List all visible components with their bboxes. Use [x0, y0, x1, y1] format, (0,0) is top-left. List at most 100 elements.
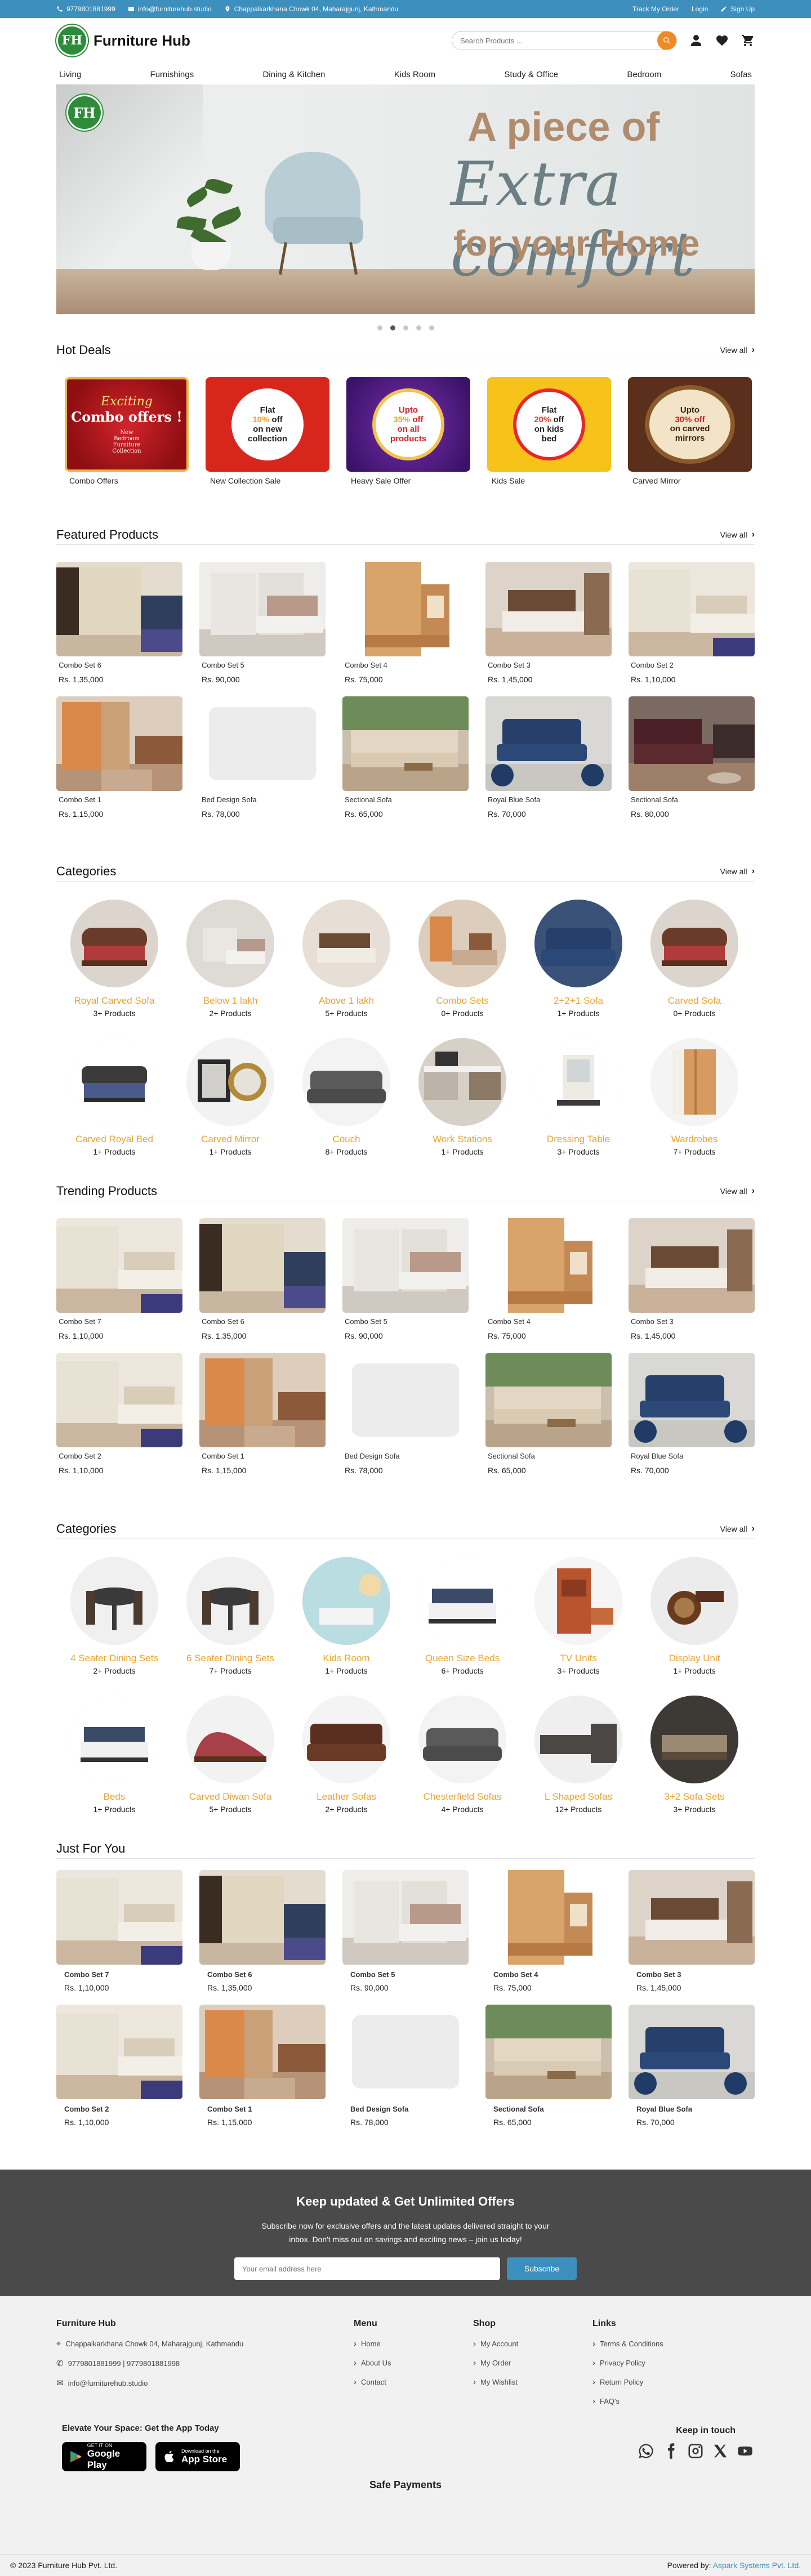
footer-link-account[interactable]: › My Account — [473, 2339, 518, 2349]
whatsapp-icon[interactable] — [638, 2443, 654, 2459]
product-card[interactable]: Combo Set 4 Rs. 75,000 — [342, 562, 469, 684]
footer-link-faq[interactable]: › FAQ's — [592, 2396, 663, 2406]
category-card[interactable]: Work Stations 1+ Products — [404, 1038, 520, 1156]
hero-banner[interactable]: FH A piece of Extra comfort for your Hom… — [56, 84, 755, 314]
nav-dining-kitchen[interactable]: Dining & Kitchen — [262, 70, 325, 79]
nav-kids-room[interactable]: Kids Room — [394, 70, 435, 79]
category-card[interactable]: Couch 8+ Products — [288, 1038, 404, 1156]
product-card[interactable]: Combo Set 5 Rs. 90,000 — [342, 1870, 469, 1992]
category-card[interactable]: 3+2 Sofa Sets 3+ Products — [636, 1696, 752, 1814]
login-link[interactable]: Login — [692, 5, 708, 13]
google-play-button[interactable]: GET IT ON Google Play — [62, 2442, 146, 2471]
deal-card[interactable]: Upto 35% off on all products Heavy Sale Off… — [346, 377, 470, 485]
category-card[interactable]: Leather Sofas 2+ Products — [288, 1696, 404, 1814]
product-card[interactable]: Combo Set 3 Rs. 1,45,000 — [629, 1870, 755, 1992]
product-card[interactable]: Combo Set 2 Rs. 1,10,000 — [56, 1353, 182, 1475]
category-card[interactable]: Beds 1+ Products — [56, 1696, 172, 1814]
category-card[interactable]: Queen Size Beds 6+ Products — [404, 1557, 520, 1675]
product-card[interactable]: Combo Set 4 Rs. 75,000 — [485, 1870, 612, 1992]
product-card[interactable]: Combo Set 1 Rs. 1,15,000 — [199, 2005, 326, 2127]
product-card[interactable]: Combo Set 6 Rs. 1,35,000 — [199, 1218, 326, 1340]
product-card[interactable]: Bed Design Sofa Rs. 78,000 — [342, 2005, 469, 2127]
search-input[interactable] — [452, 36, 657, 45]
product-card[interactable]: Royal Blue Sofa Rs. 70,000 — [629, 2005, 755, 2127]
category-card[interactable]: 2+2+1 Sofa 1+ Products — [520, 900, 636, 1018]
category-card[interactable]: Wardrobes 7+ Products — [636, 1038, 752, 1156]
footer-link-home[interactable]: › Home — [354, 2339, 391, 2349]
category-card[interactable]: TV Units 3+ Products — [520, 1557, 636, 1675]
product-card[interactable]: Combo Set 5 Rs. 90,000 — [342, 1218, 469, 1340]
nav-study-office[interactable]: Study & Office — [504, 70, 558, 79]
nav-sofas[interactable]: Sofas — [730, 70, 752, 79]
category-card[interactable]: Carved Mirror 1+ Products — [172, 1038, 288, 1156]
product-card[interactable]: Combo Set 1 Rs. 1,15,000 — [56, 696, 182, 819]
view-all-link[interactable]: View all › — [720, 866, 755, 876]
newsletter-email-input[interactable] — [234, 2257, 500, 2280]
product-card[interactable]: Combo Set 2 Rs. 1,10,000 — [629, 562, 755, 684]
x-icon[interactable] — [712, 2443, 729, 2459]
nav-living[interactable]: Living — [59, 70, 81, 79]
product-card[interactable]: Combo Set 3 Rs. 1,45,000 — [485, 562, 612, 684]
footer-link-contact[interactable]: › Contact — [354, 2377, 391, 2387]
product-card[interactable]: Sectional Sofa Rs. 65,000 — [485, 2005, 612, 2127]
cart-icon[interactable] — [741, 34, 755, 47]
nav-bedroom[interactable]: Bedroom — [627, 70, 661, 79]
topbar-email[interactable]: info@furniturehub.studio — [128, 5, 212, 13]
category-card[interactable]: Chesterfield Sofas 4+ Products — [404, 1696, 520, 1814]
footer-link-order[interactable]: › My Order — [473, 2358, 518, 2368]
footer-phone[interactable]: ✆ 9779801881999 | 9779801881998 — [56, 2358, 243, 2368]
view-all-link[interactable]: View all › — [720, 1186, 755, 1196]
category-card[interactable]: Display Unit 1+ Products — [636, 1557, 752, 1675]
category-card[interactable]: L Shaped Sofas 12+ Products — [520, 1696, 636, 1814]
category-card[interactable]: Carved Diwan Sofa 5+ Products — [172, 1696, 288, 1814]
product-card[interactable]: Combo Set 4 Rs. 75,000 — [485, 1218, 612, 1340]
category-card[interactable]: Dressing Table 3+ Products — [520, 1038, 636, 1156]
product-card[interactable]: Bed Design Sofa Rs. 78,000 — [342, 1353, 469, 1475]
view-all-link[interactable]: View all › — [720, 345, 755, 355]
logo[interactable]: FH Furniture Hub — [56, 25, 190, 56]
category-card[interactable]: Carved Sofa 0+ Products — [636, 900, 752, 1018]
heart-icon[interactable] — [715, 34, 729, 47]
footer-link-terms[interactable]: › Terms & Conditions — [592, 2339, 663, 2349]
product-card[interactable]: Combo Set 1 Rs. 1,15,000 — [199, 1353, 326, 1475]
category-card[interactable]: Royal Carved Sofa 3+ Products — [56, 900, 172, 1018]
product-card[interactable]: Sectional Sofa Rs. 65,000 — [485, 1353, 612, 1475]
category-card[interactable]: Above 1 lakh 5+ Products — [288, 900, 404, 1018]
product-card[interactable]: Royal Blue Sofa Rs. 70,000 — [485, 696, 612, 819]
search-button[interactable] — [657, 32, 676, 50]
product-card[interactable]: Bed Design Sofa Rs. 78,000 — [199, 696, 326, 819]
product-card[interactable]: Combo Set 7 Rs. 1,10,000 — [56, 1218, 182, 1340]
carousel-dot[interactable] — [390, 325, 395, 330]
powered-by-link[interactable]: Aspark Systems Pvt. Ltd. — [713, 2561, 801, 2570]
footer-link-privacy[interactable]: › Privacy Policy — [592, 2358, 663, 2368]
app-store-button[interactable]: Download on the App Store — [155, 2442, 240, 2471]
subscribe-button[interactable]: Subscribe — [507, 2257, 577, 2280]
footer-link-return[interactable]: › Return Policy — [592, 2377, 663, 2387]
footer-link-about[interactable]: › About Us — [354, 2358, 391, 2368]
product-card[interactable]: Sectional Sofa Rs. 80,000 — [629, 696, 755, 819]
product-card[interactable]: Combo Set 2 Rs. 1,10,000 — [56, 2005, 182, 2127]
product-card[interactable]: Combo Set 3 Rs. 1,45,000 — [629, 1218, 755, 1340]
carousel-dot[interactable] — [377, 325, 382, 330]
category-card[interactable]: Carved Royal Bed 1+ Products — [56, 1038, 172, 1156]
topbar-phone[interactable]: 9779801881999 — [56, 5, 115, 13]
category-card[interactable]: 4 Seater Dining Sets 2+ Products — [56, 1557, 172, 1675]
category-card[interactable]: Below 1 lakh 2+ Products — [172, 900, 288, 1018]
deal-card[interactable]: Exciting Combo offers ! New Bedroom Furnit… — [65, 377, 189, 485]
carousel-dot[interactable] — [429, 325, 434, 330]
user-icon[interactable] — [689, 34, 703, 47]
deal-card[interactable]: Flat 20% off on kids bed Kids Sale — [487, 377, 611, 485]
product-card[interactable]: Combo Set 6 Rs. 1,35,000 — [56, 562, 182, 684]
category-card[interactable]: Kids Room 1+ Products — [288, 1557, 404, 1675]
product-card[interactable]: Royal Blue Sofa Rs. 70,000 — [629, 1353, 755, 1475]
footer-email[interactable]: ✉ info@furniturehub.studio — [56, 2378, 243, 2388]
carousel-dot[interactable] — [416, 325, 421, 330]
product-card[interactable]: Combo Set 7 Rs. 1,10,000 — [56, 1870, 182, 1992]
instagram-icon[interactable] — [687, 2443, 704, 2459]
nav-furnishings[interactable]: Furnishings — [150, 70, 194, 79]
youtube-icon[interactable] — [737, 2443, 754, 2459]
product-card[interactable]: Sectional Sofa Rs. 65,000 — [342, 696, 469, 819]
footer-link-wishlist[interactable]: › My Wishlist — [473, 2377, 518, 2387]
view-all-link[interactable]: View all › — [720, 530, 755, 540]
category-card[interactable]: Combo Sets 0+ Products — [404, 900, 520, 1018]
